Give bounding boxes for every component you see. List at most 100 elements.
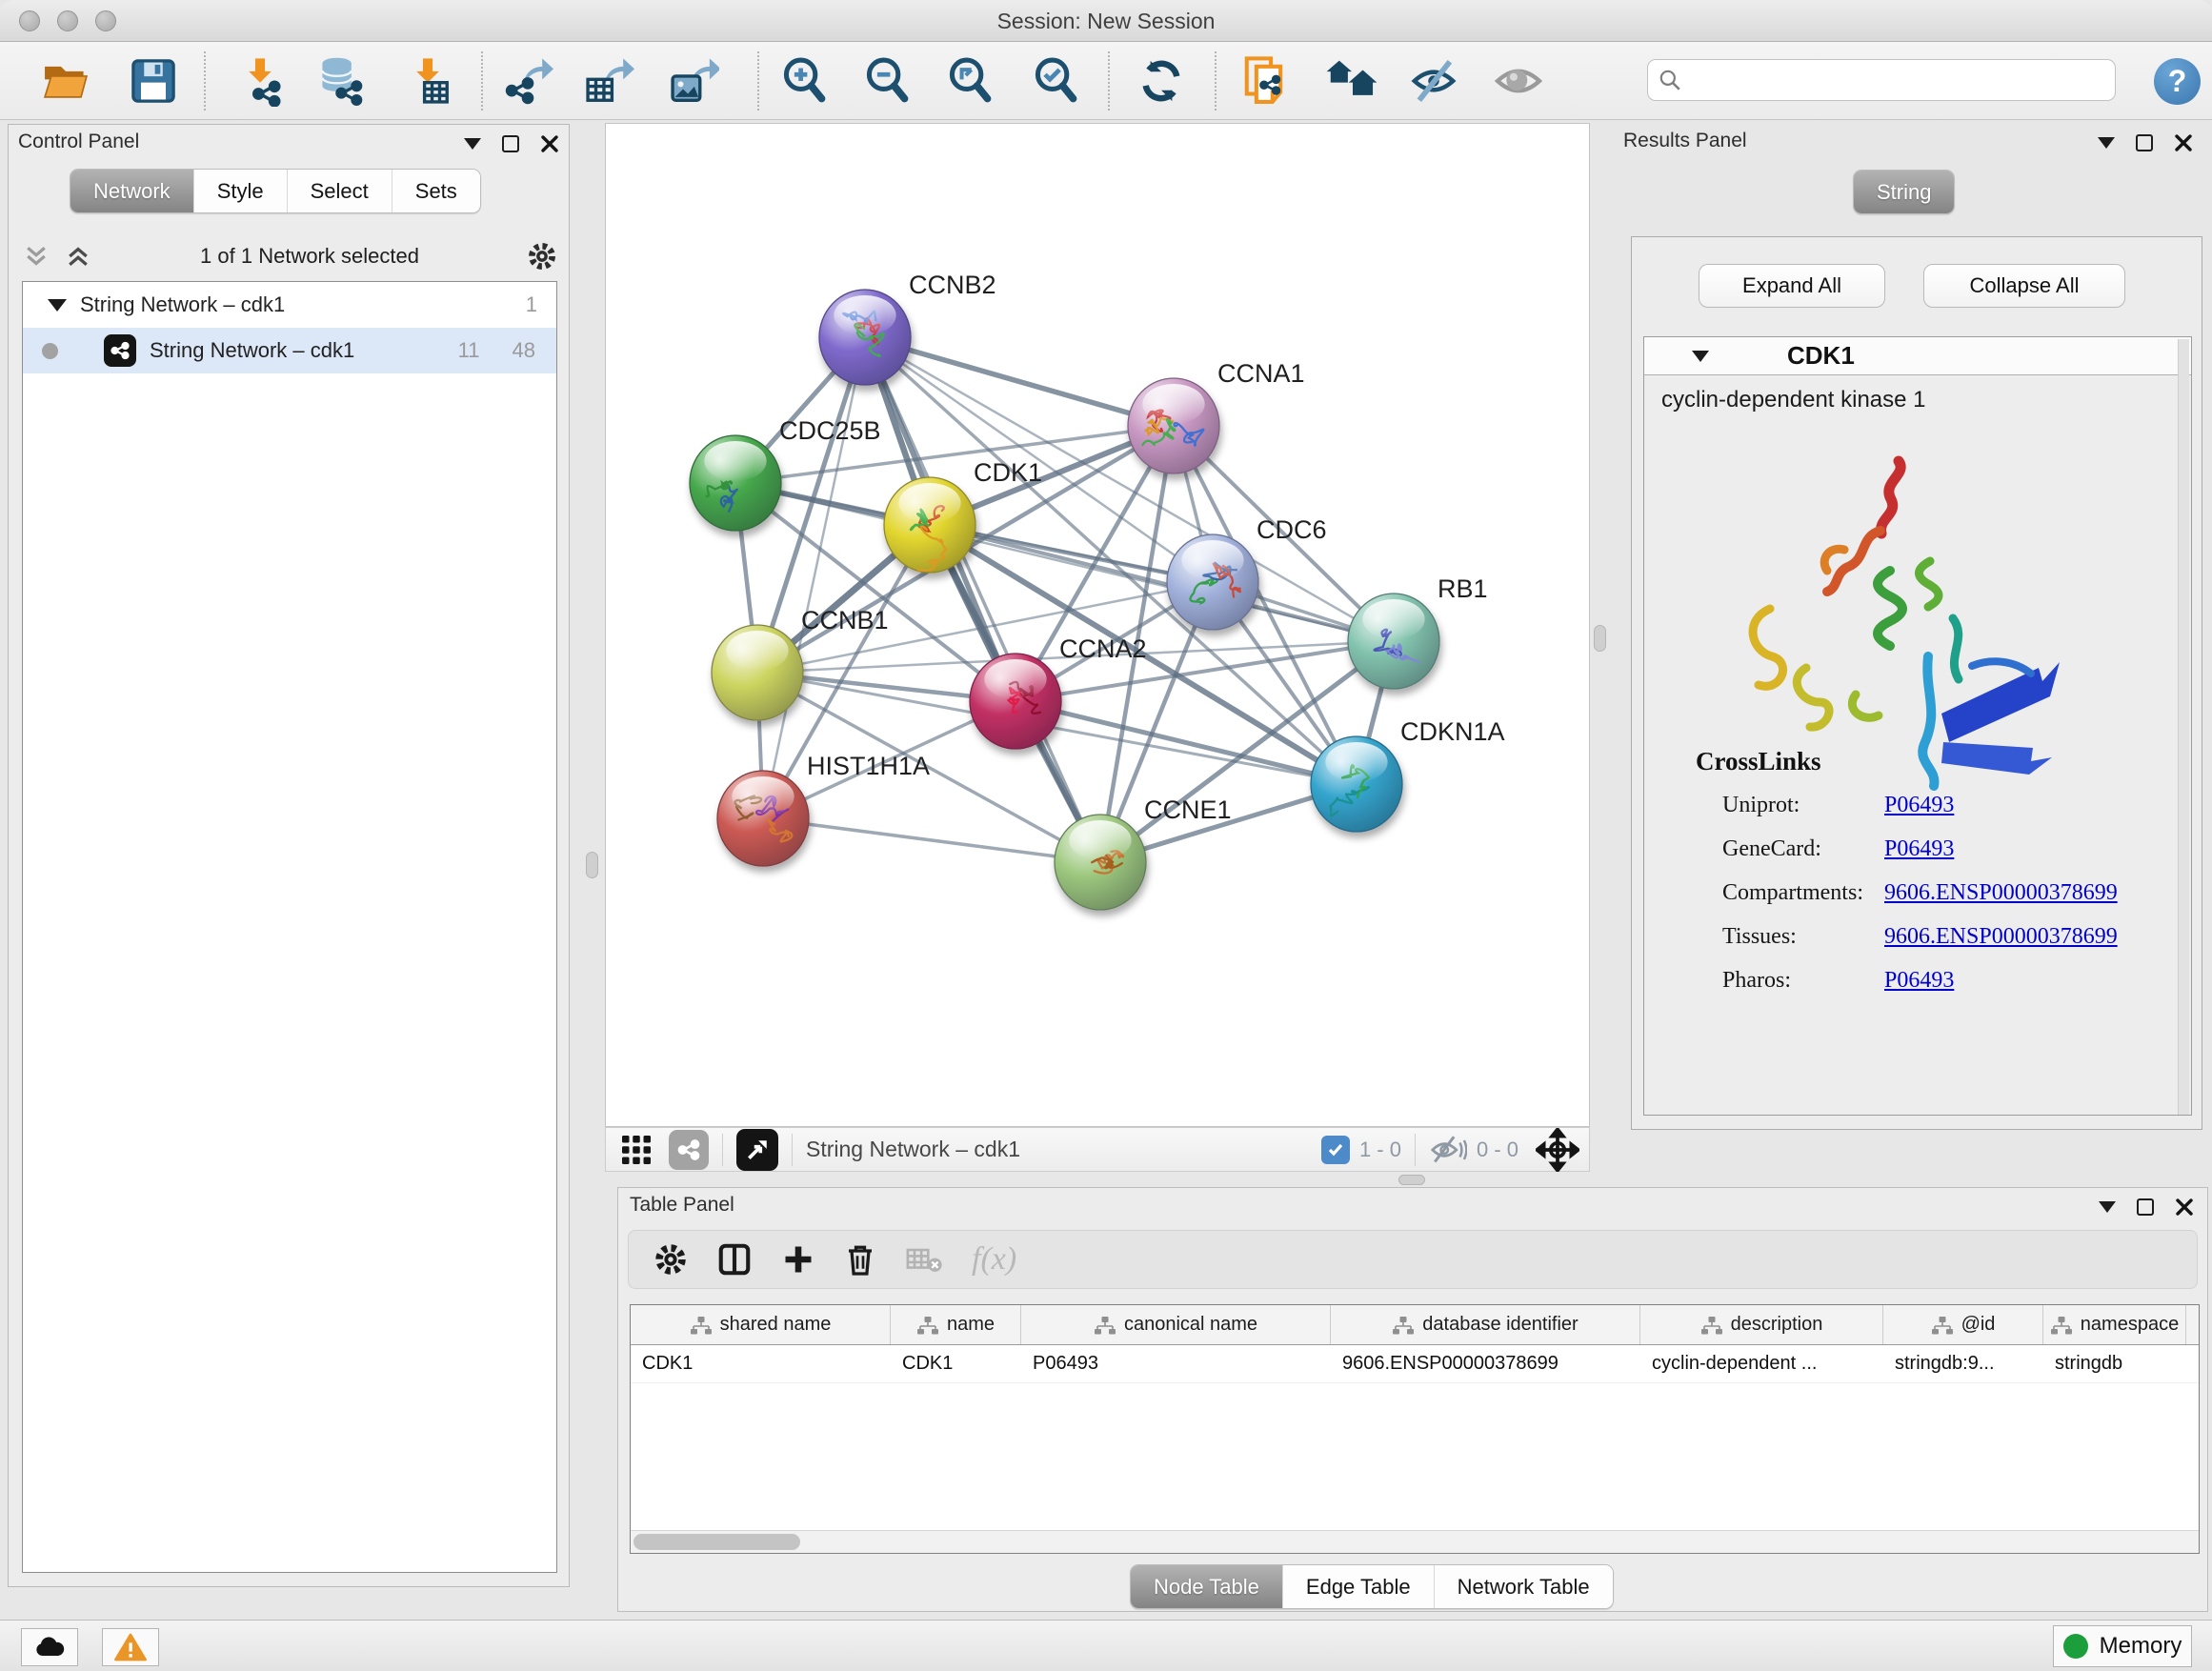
column-header-canonical-name[interactable]: canonical name [1021,1305,1331,1344]
tab-node-table[interactable]: Node Table [1131,1565,1282,1608]
panel-float-icon[interactable] [2136,134,2153,151]
panel-close-icon[interactable] [540,134,559,153]
memory-button[interactable]: Memory [2053,1625,2192,1667]
cell--id[interactable]: stringdb:9... [1883,1345,2043,1382]
selected-checkbox-icon[interactable] [1321,1136,1350,1164]
cell-shared-name[interactable]: CDK1 [631,1345,891,1382]
results-scrollbar[interactable] [2178,339,2189,1115]
network-node-CCNA1[interactable] [1128,378,1219,473]
zoom-in-button[interactable] [776,53,832,109]
network-node-HIST1H1A[interactable] [717,771,809,866]
crosslink-pharos[interactable]: P06493 [1884,968,1954,993]
tab-edge-table[interactable]: Edge Table [1282,1565,1434,1608]
tree-expander-icon[interactable] [48,299,67,312]
collapse-all-icon[interactable] [22,242,50,271]
cell-description[interactable]: cyclin-dependent ... [1640,1345,1883,1382]
zoom-out-button[interactable] [859,53,915,109]
show-columns-icon[interactable] [716,1241,753,1278]
clone-network-button[interactable] [1238,53,1294,109]
string-view-badge[interactable] [669,1130,709,1170]
network-node-CCNB1[interactable] [712,625,803,720]
show-view-button[interactable] [1491,53,1546,109]
birdseye-view-icon[interactable] [736,1129,778,1171]
panel-menu-icon[interactable] [2098,137,2115,149]
network-node-CDC6[interactable] [1167,534,1258,630]
column-header-database-identifier[interactable]: database identifier [1331,1305,1640,1344]
export-image-button[interactable] [666,53,721,109]
tab-string[interactable]: String [1854,171,1954,213]
collapse-all-button[interactable]: Collapse All [1923,264,2125,308]
network-edge-CCNB2-CCNE1[interactable] [865,337,1100,862]
zoom-selected-button[interactable] [1028,53,1083,109]
import-network-file-button[interactable] [232,53,288,109]
panel-close-icon[interactable] [2174,133,2193,152]
cell-canonical-name[interactable]: P06493 [1021,1345,1331,1382]
tab-network[interactable]: Network [70,170,193,212]
search-input[interactable] [1690,68,2105,92]
network-node-CDKN1A[interactable] [1311,736,1402,832]
network-edge-CCNB2-HIST1H1A[interactable] [763,337,865,818]
tab-sets[interactable]: Sets [392,170,480,212]
column-header--id[interactable]: @id [1883,1305,2043,1344]
network-node-RB1[interactable] [1348,594,1439,689]
column-header-namespace[interactable]: namespace [2043,1305,2186,1344]
grid-view-icon[interactable] [619,1133,654,1167]
panel-close-icon[interactable] [2175,1198,2194,1217]
protein-section-header[interactable]: CDK1 [1644,337,2191,375]
export-table-button[interactable] [581,53,636,109]
column-header-description[interactable]: description [1640,1305,1883,1344]
save-session-button[interactable] [126,53,181,109]
crosslink-uniprot[interactable]: P06493 [1884,793,1954,817]
section-collapse-icon[interactable] [1692,351,1709,362]
crosslink-compartments[interactable]: 9606.ENSP00000378699 [1884,880,2118,905]
right-splitter-handle[interactable] [1594,625,1606,652]
panel-float-icon[interactable] [2137,1198,2154,1216]
network-node-CDK1[interactable] [884,477,975,573]
open-session-button[interactable] [38,53,93,109]
cloud-status-button[interactable] [21,1628,78,1666]
crosslink-tissues[interactable]: 9606.ENSP00000378699 [1884,924,2118,949]
warnings-button[interactable] [102,1628,159,1666]
panel-float-icon[interactable] [502,135,519,152]
home-views-button[interactable] [1324,53,1379,109]
export-network-button[interactable] [500,53,555,109]
delete-column-trash-icon[interactable] [844,1242,876,1277]
cell-name[interactable]: CDK1 [891,1345,1021,1382]
table-hscrollbar[interactable] [631,1530,2199,1553]
hscroll-thumb[interactable] [633,1534,800,1550]
cell-namespace[interactable]: stringdb [2043,1345,2186,1382]
fit-content-crosshair-icon[interactable] [1536,1128,1579,1172]
column-header-name[interactable]: name [891,1305,1021,1344]
expand-all-button[interactable]: Expand All [1699,264,1885,308]
tab-network-table[interactable]: Network Table [1434,1565,1613,1608]
cell-database-identifier[interactable]: 9606.ENSP00000378699 [1331,1345,1640,1382]
help-button[interactable]: ? [2154,58,2201,105]
network-node-CCNB2[interactable] [819,290,911,385]
left-splitter-handle[interactable] [586,852,598,878]
panel-menu-icon[interactable] [2099,1201,2116,1213]
panel-menu-icon[interactable] [464,138,481,150]
crosslink-genecard[interactable]: P06493 [1884,836,1954,861]
network-graph[interactable]: CCNB2CCNA1CDC25BCDK1CDC6RB1CCNB1CCNA2CDK… [606,124,1589,1126]
column-header-shared-name[interactable]: shared name [631,1305,891,1344]
tab-style[interactable]: Style [193,170,287,212]
network-node-CCNE1[interactable] [1055,815,1146,910]
tab-select[interactable]: Select [287,170,392,212]
network-node-CDC25B[interactable] [690,435,781,531]
bottom-splitter-handle[interactable] [1398,1175,1425,1185]
hide-view-button[interactable] [1406,53,1461,109]
network-node-CCNA2[interactable] [970,654,1061,749]
expand-all-icon[interactable] [64,242,92,271]
network-edge-HIST1H1A-CCNE1[interactable] [763,818,1100,862]
network-row-selected[interactable]: String Network – cdk1 11 48 [23,328,556,373]
table-options-gear-icon[interactable] [654,1242,688,1277]
import-network-database-button[interactable] [312,53,368,109]
hidden-eye-icon[interactable] [1429,1133,1467,1167]
create-column-plus-icon[interactable] [781,1242,815,1277]
table-row[interactable]: CDK1CDK1P064939606.ENSP00000378699cyclin… [631,1345,2199,1383]
search-field[interactable] [1647,59,2116,101]
refresh-view-button[interactable] [1134,53,1189,109]
zoom-fit-button[interactable] [942,53,997,109]
import-table-file-button[interactable] [400,53,455,109]
network-view-canvas[interactable]: CCNB2CCNA1CDC25BCDK1CDC6RB1CCNB1CCNA2CDK… [605,123,1590,1127]
